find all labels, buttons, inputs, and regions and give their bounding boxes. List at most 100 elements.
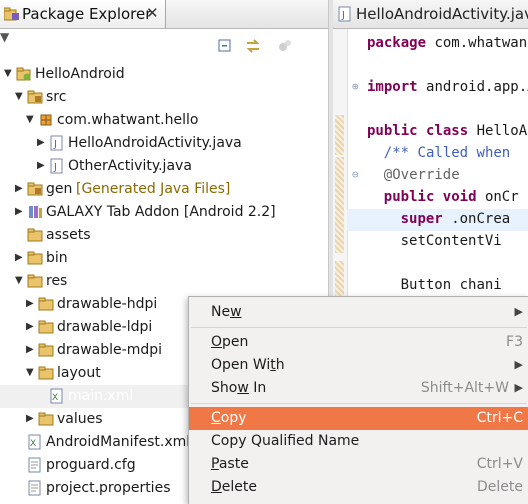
package-icon (38, 112, 54, 128)
view-menu-chevron-down-icon[interactable]: ▼ (0, 30, 9, 44)
collapsed-twisty-icon[interactable]: ▶ (37, 160, 47, 171)
tree-item-assets[interactable]: assets (0, 224, 328, 247)
tree-item-res[interactable]: ▼ res (0, 270, 328, 293)
collapsed-twisty-icon[interactable]: ▶ (15, 206, 25, 217)
menu-separator (191, 327, 527, 328)
tree-item-label: res (46, 273, 68, 289)
tree-item-decoration: [Generated Java Files] (76, 181, 231, 197)
java-file-icon: J (49, 158, 65, 174)
code-token: com.whatwant (434, 35, 528, 51)
menu-item-label: Copy (211, 410, 247, 426)
editor-tab-bar: J HelloAndroidActivity.java (333, 0, 528, 29)
focus-on-task-icon[interactable] (276, 37, 294, 55)
folder-icon (38, 342, 54, 358)
tree-item-label: values (57, 411, 103, 427)
expanded-twisty-icon[interactable]: ▼ (26, 367, 36, 378)
collapsed-twisty-icon[interactable]: ▶ (26, 344, 36, 355)
folder-icon (38, 319, 54, 335)
code-token: super (400, 211, 443, 227)
code-token: /** Called when (383, 145, 511, 161)
collapsed-twisty-icon[interactable]: ▶ (26, 413, 36, 424)
tree-item-galaxy-tab-addon-android-2-2[interactable]: ▶ GALAXY Tab Addon [Android 2.2] (0, 201, 328, 224)
menu-item-shortcut: Shift+Alt+W (420, 380, 509, 396)
menu-item-copy[interactable]: Copy Ctrl+C (189, 407, 528, 430)
tree-item-helloandroidactivity-java[interactable]: ▶ J HelloAndroidActivity.java (0, 132, 328, 155)
editor-tab-title[interactable]: HelloAndroidActivity.java (356, 5, 528, 23)
expanded-twisty-icon[interactable]: ▼ (15, 275, 25, 286)
collapsed-twisty-icon[interactable]: ▶ (26, 321, 36, 332)
java-file-icon: J (49, 135, 65, 151)
tree-item-label: bin (46, 250, 68, 266)
menu-item-paste[interactable]: Paste Ctrl+V (189, 453, 528, 476)
menu-item-label: Delete (211, 479, 257, 495)
xml-file-icon: X (27, 434, 43, 450)
menu-item-label: Open With (211, 357, 285, 373)
code-line: ⊖ @Override (347, 165, 528, 187)
code-line: super .onCrea (347, 209, 528, 231)
menu-item-shortcut: Delete (477, 479, 523, 495)
collapse-all-icon[interactable] (216, 37, 234, 55)
menu-item-open-with[interactable]: Open With ▶ (189, 354, 528, 377)
collapsed-twisty-icon[interactable]: ▶ (15, 252, 25, 263)
code-token: import (367, 79, 418, 95)
tree-item-gen[interactable]: ▶ gen [Generated Java Files] (0, 178, 328, 201)
tree-item-otheractivity-java[interactable]: ▶ J OtherActivity.java (0, 155, 328, 178)
folder-icon (27, 227, 43, 243)
tree-item-label: proguard.cfg (46, 457, 136, 473)
menu-item-copy-qualified-name[interactable]: Copy Qualified Name (189, 430, 528, 453)
expanded-twisty-icon[interactable]: ▼ (15, 91, 25, 102)
tree-item-label: HelloAndroid (35, 66, 125, 82)
menu-item-open[interactable]: Open F3 (189, 331, 528, 354)
tree-item-bin[interactable]: ▶ bin (0, 247, 328, 270)
explorer-toolbar: ▼ (0, 29, 328, 61)
svg-text:J: J (341, 10, 345, 21)
expanded-twisty-icon[interactable]: ▼ (4, 68, 14, 79)
library-icon (27, 204, 43, 220)
code-token: @Override (383, 167, 460, 183)
code-line: public void onCr (347, 187, 528, 209)
menu-item-new[interactable]: New ▶ (189, 301, 528, 324)
text-file-icon (27, 480, 43, 496)
code-token: Button chani (400, 277, 502, 293)
tree-item-label: assets (46, 227, 91, 243)
package-explorer-title: Package Explorer (22, 5, 152, 23)
menu-item-label: Paste (211, 456, 249, 472)
tree-item-label: GALAXY Tab Addon [Android 2.2] (46, 204, 276, 220)
link-with-editor-icon[interactable] (244, 37, 262, 55)
expand-fold-icon[interactable]: ⊕ (352, 80, 359, 93)
menu-item-label: Show In (211, 380, 267, 396)
menu-item-show-in[interactable]: Show In Shift+Alt+W ▶ (189, 377, 528, 400)
collapsed-twisty-icon[interactable]: ▶ (37, 137, 47, 148)
code-line: setContentVi (347, 231, 528, 253)
collapsed-twisty-icon[interactable]: ▶ (26, 298, 36, 309)
expanded-twisty-icon[interactable]: ▼ (26, 114, 36, 125)
code-line: package com.whatwant (347, 33, 528, 55)
menu-item-shortcut: F3 (506, 334, 523, 350)
folder-icon (27, 250, 43, 266)
tree-item-label: drawable-hdpi (57, 296, 158, 312)
package-explorer-tab[interactable]: Package Explorer ✕ (0, 0, 166, 28)
code-token: HelloAn (476, 123, 528, 139)
submenu-arrow-icon: ▶ (514, 381, 523, 394)
tree-item-label: com.whatwant.hello (57, 112, 199, 128)
tree-item-label: OtherActivity.java (68, 158, 192, 174)
svg-text:J: J (53, 162, 57, 173)
menu-item-shortcut: Ctrl+C (476, 410, 523, 426)
close-icon[interactable]: ✕ (146, 4, 159, 22)
code-token: onCr (484, 189, 519, 205)
tree-item-src[interactable]: ▼ src (0, 86, 328, 109)
folder-icon (38, 296, 54, 312)
collapse-fold-icon[interactable]: ⊖ (352, 168, 359, 181)
code-line: /** Called when (347, 143, 528, 165)
menu-item-delete[interactable]: Delete Delete (189, 476, 528, 499)
code-token: package (367, 35, 427, 51)
tree-item-com-whatwant-hello[interactable]: ▼ com.whatwant.hello (0, 109, 328, 132)
svg-text:J: J (53, 139, 57, 150)
folder-icon (38, 411, 54, 427)
tree-item-label: HelloAndroidActivity.java (68, 135, 242, 151)
collapsed-twisty-icon[interactable]: ▶ (15, 183, 25, 194)
menu-item-label: Copy Qualified Name (211, 433, 360, 449)
tree-item-helloandroid[interactable]: ▼ HelloAndroid (0, 63, 328, 86)
